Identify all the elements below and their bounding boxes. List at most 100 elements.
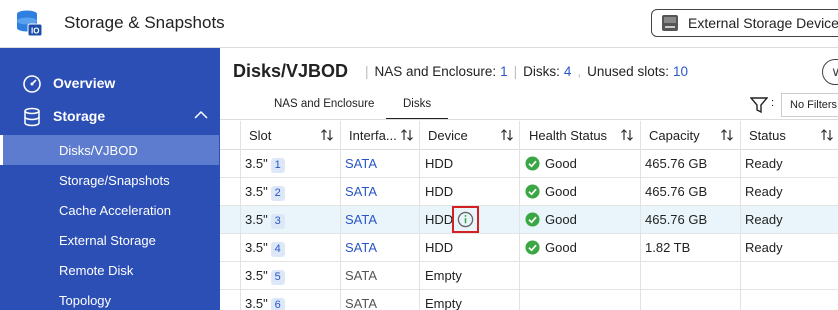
slot-cell: 3.5" 3 — [245, 212, 285, 229]
slot-number-badge: 4 — [270, 242, 285, 257]
column-divider — [640, 121, 641, 310]
sidebar-item-label: Storage — [53, 108, 106, 124]
nas-enclosure-label: NAS and Enclosure: — [374, 64, 497, 79]
sidebar-item-external-storage[interactable]: External Storage — [0, 225, 220, 255]
sidebar-item-label: Storage/Snapshots — [59, 172, 170, 188]
sidebar-item-label: Disks/VJBOD — [59, 142, 138, 158]
health-cell: Good — [525, 212, 577, 227]
status-cell: Ready — [745, 184, 783, 199]
slot-size: 3.5" — [245, 296, 268, 310]
slot-size: 3.5" — [245, 268, 268, 283]
unused-slots-count: 10 — [672, 64, 688, 79]
device-cell: HDD — [425, 156, 454, 171]
slot-size: 3.5" — [245, 212, 268, 227]
slot-number-badge: 6 — [270, 298, 285, 310]
capacity-cell: 1.82 TB — [645, 240, 691, 255]
sort-icon[interactable] — [320, 128, 334, 142]
tab-divider — [220, 119, 838, 120]
health-cell: Good — [525, 156, 577, 171]
check-circle-icon — [525, 212, 540, 227]
slot-cell: 3.5" 5 — [245, 268, 285, 285]
column-header-slot[interactable]: Slot — [249, 128, 271, 143]
sidebar-item-label: External Storage — [59, 232, 156, 248]
table-row[interactable] — [220, 290, 838, 310]
disks-count: 4 — [563, 64, 572, 79]
slot-cell: 3.5" 2 — [245, 184, 285, 201]
svg-text:IO: IO — [31, 27, 39, 36]
tab-nas-enclosure[interactable]: NAS and Enclosure — [274, 98, 374, 110]
health-status-text: Good — [545, 240, 577, 255]
status-cell: Ready — [745, 240, 783, 255]
sidebar-item-cache-acceleration[interactable]: Cache Acceleration — [0, 195, 220, 225]
health-status-text: Good — [545, 156, 577, 171]
tab-disks[interactable]: Disks — [385, 98, 449, 120]
interface-link[interactable]: SATA — [345, 240, 377, 255]
chevron-up-icon[interactable] — [194, 110, 208, 119]
column-header-interface[interactable]: Interfa... — [349, 128, 397, 143]
disk-summary: | NAS and Enclosure: 1 | Disks: 4 , Unus… — [359, 64, 688, 79]
sidebar-item-storage[interactable]: Storage — [0, 99, 220, 133]
slot-cell: 3.5" 1 — [245, 156, 285, 173]
slot-cell: 3.5" 6 — [245, 296, 285, 310]
disks-label: Disks: — [523, 64, 560, 79]
device-cell: HDD — [425, 240, 454, 255]
sidebar-item-storage-snapshots[interactable]: Storage/Snapshots — [0, 165, 220, 195]
sort-icon[interactable] — [720, 128, 734, 142]
device-cell: Empty — [425, 296, 462, 310]
health-status-text: Good — [545, 212, 577, 227]
divider: | — [513, 64, 518, 79]
check-circle-icon — [525, 156, 540, 171]
interface-link[interactable]: SATA — [345, 184, 377, 199]
slot-cell: 3.5" 4 — [245, 240, 285, 257]
info-icon[interactable] — [457, 211, 474, 228]
capacity-cell: 465.76 GB — [645, 212, 708, 227]
capacity-cell: 465.76 GB — [645, 156, 708, 171]
sidebar-item-label: Topology — [59, 292, 112, 308]
sort-icon[interactable] — [620, 128, 634, 142]
column-header-capacity[interactable]: Capacity — [649, 128, 700, 143]
page-title: Disks/VJBOD — [233, 61, 349, 81]
external-storage-devices-button[interactable]: External Storage Devices — [651, 9, 838, 37]
device-cell: Empty — [425, 268, 462, 283]
sort-icon[interactable] — [500, 128, 514, 142]
external-drive-icon — [662, 15, 678, 31]
top-bar: IO Storage & Snapshots External Storage … — [0, 0, 838, 48]
sidebar-item-disks-vjbod[interactable]: Disks/VJBOD — [0, 135, 219, 165]
app-title: Storage & Snapshots — [64, 13, 225, 32]
sidebar-item-topology[interactable]: Topology — [0, 285, 220, 310]
sort-icon[interactable] — [820, 128, 834, 142]
status-cell: Ready — [745, 156, 783, 171]
slot-number-badge: 2 — [270, 186, 285, 201]
sidebar-item-remote-disk[interactable]: Remote Disk — [0, 255, 220, 285]
filter-icon[interactable] — [750, 96, 768, 114]
table-row[interactable] — [220, 262, 838, 290]
storage-app-icon: IO — [17, 10, 43, 37]
sidebar-item-overview[interactable]: Overview — [0, 66, 220, 100]
sort-icon[interactable] — [400, 128, 414, 142]
nas-enclosure-count: 1 — [500, 64, 508, 79]
column-header-health-status[interactable]: Health Status — [529, 128, 607, 143]
interface-link[interactable]: SATA — [345, 156, 377, 171]
column-header-status[interactable]: Status — [749, 128, 786, 143]
column-header-device[interactable]: Device — [428, 128, 468, 143]
unused-slots-label: Unused slots: — [587, 64, 669, 79]
status-cell: Ready — [745, 212, 783, 227]
filter-colon: : — [771, 97, 775, 109]
column-divider — [519, 121, 520, 310]
slot-number-badge: 3 — [270, 214, 285, 229]
interface-link[interactable]: SATA — [345, 212, 377, 227]
divider: , — [577, 64, 582, 79]
column-divider — [240, 121, 241, 310]
more-button[interactable]: ∨ — [822, 59, 838, 85]
interface-cell: SATA — [345, 296, 378, 310]
health-cell: Good — [525, 184, 577, 199]
sidebar-item-label: Overview — [53, 75, 116, 91]
slot-number-badge: 1 — [270, 158, 285, 173]
sidebar-item-label: Cache Acceleration — [59, 202, 172, 218]
divider: | — [365, 64, 369, 79]
health-status-text: Good — [545, 184, 577, 199]
device-cell: HDD — [425, 184, 454, 199]
device-cell: HDD — [425, 212, 454, 227]
check-circle-icon — [525, 240, 540, 255]
filter-select[interactable]: No Filters — [781, 93, 838, 117]
